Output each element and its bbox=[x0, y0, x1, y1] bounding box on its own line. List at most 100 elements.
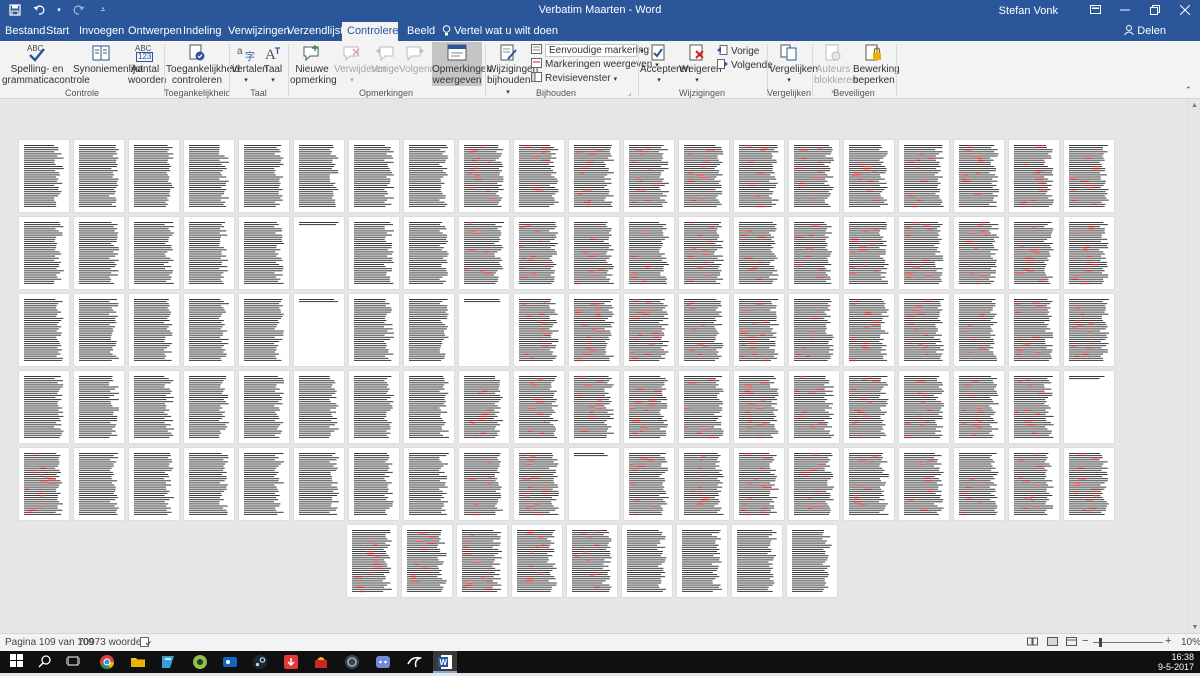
page-thumbnail[interactable] bbox=[954, 448, 1004, 520]
page-thumbnail[interactable] bbox=[844, 448, 894, 520]
page-thumbnail[interactable] bbox=[569, 448, 619, 520]
accessibility-check-button[interactable]: Toegankelijkheid controleren bbox=[166, 44, 240, 86]
page-thumbnail[interactable] bbox=[1009, 217, 1059, 289]
page-thumbnail[interactable] bbox=[569, 294, 619, 366]
previous-comment-button[interactable]: Vorige bbox=[371, 44, 399, 75]
page-thumbnail[interactable] bbox=[1064, 217, 1114, 289]
restore-icon[interactable] bbox=[1140, 4, 1170, 18]
page-thumbnail[interactable] bbox=[624, 140, 674, 212]
spelling-grammar-button[interactable]: ABC Spelling- en grammaticacontrole bbox=[2, 44, 90, 86]
app-icon[interactable] bbox=[192, 654, 208, 670]
next-comment-button[interactable]: Volgende bbox=[399, 44, 441, 75]
page-thumbnail[interactable] bbox=[677, 525, 727, 597]
zoom-out-button[interactable]: − bbox=[1082, 635, 1088, 647]
page-thumbnail[interactable] bbox=[954, 140, 1004, 212]
tab-beeld[interactable]: Beeld bbox=[402, 22, 440, 41]
page-thumbnail[interactable] bbox=[899, 294, 949, 366]
page-thumbnail[interactable] bbox=[74, 371, 124, 443]
zoom-slider[interactable] bbox=[1093, 642, 1163, 643]
collapse-ribbon-icon[interactable]: ⌃ bbox=[1184, 85, 1192, 96]
page-thumbnail[interactable] bbox=[512, 525, 562, 597]
page-thumbnail[interactable] bbox=[184, 217, 234, 289]
close-icon[interactable] bbox=[1170, 4, 1200, 18]
page-thumbnail[interactable] bbox=[404, 217, 454, 289]
page-thumbnail[interactable] bbox=[569, 140, 619, 212]
restrict-editing-button[interactable]: Bewerking beperken bbox=[853, 44, 900, 86]
page-thumbnail[interactable] bbox=[734, 140, 784, 212]
page-thumbnail[interactable] bbox=[734, 294, 784, 366]
page-thumbnail[interactable] bbox=[1064, 371, 1114, 443]
page-thumbnail[interactable] bbox=[349, 294, 399, 366]
page-thumbnail[interactable] bbox=[679, 294, 729, 366]
page-thumbnail[interactable] bbox=[19, 294, 69, 366]
page-thumbnail[interactable] bbox=[74, 448, 124, 520]
page-thumbnail[interactable] bbox=[1009, 294, 1059, 366]
page-thumbnail[interactable] bbox=[459, 217, 509, 289]
zoom-slider-thumb[interactable] bbox=[1099, 638, 1102, 647]
page-thumbnail[interactable] bbox=[74, 217, 124, 289]
page-thumbnail[interactable] bbox=[184, 371, 234, 443]
page-thumbnail[interactable] bbox=[294, 140, 344, 212]
page-thumbnail[interactable] bbox=[294, 217, 344, 289]
page-thumbnail[interactable] bbox=[19, 371, 69, 443]
page-thumbnail[interactable] bbox=[1009, 140, 1059, 212]
web-layout-icon[interactable] bbox=[1066, 637, 1077, 649]
page-thumbnail[interactable] bbox=[789, 371, 839, 443]
tab-controleren[interactable]: Controleren bbox=[342, 22, 404, 41]
page-thumbnail[interactable] bbox=[347, 525, 397, 597]
page-thumbnail[interactable] bbox=[129, 371, 179, 443]
file-explorer-icon[interactable] bbox=[130, 654, 146, 670]
page-thumbnail[interactable] bbox=[787, 525, 837, 597]
app-icon[interactable] bbox=[283, 654, 299, 670]
page-thumbnail[interactable] bbox=[899, 140, 949, 212]
chrome-icon[interactable] bbox=[99, 654, 115, 670]
zoom-in-button[interactable]: + bbox=[1165, 635, 1171, 647]
page-thumbnail[interactable] bbox=[457, 525, 507, 597]
page-thumbnail[interactable] bbox=[1009, 371, 1059, 443]
page-thumbnail[interactable] bbox=[679, 217, 729, 289]
accept-button[interactable]: Accepteren ▾ bbox=[640, 44, 691, 86]
page-thumbnail[interactable] bbox=[349, 371, 399, 443]
ribbon-display-icon[interactable] bbox=[1080, 5, 1110, 17]
discord-icon[interactable] bbox=[375, 654, 391, 670]
page-thumbnail[interactable] bbox=[239, 294, 289, 366]
page-thumbnail[interactable] bbox=[844, 217, 894, 289]
tell-me-search[interactable]: Vertel wat u wilt doen bbox=[442, 22, 558, 41]
page-thumbnail[interactable] bbox=[294, 371, 344, 443]
page-thumbnail[interactable] bbox=[459, 371, 509, 443]
app-icon[interactable] bbox=[313, 654, 329, 670]
delete-comment-button[interactable]: Verwijderen ▾ bbox=[334, 44, 386, 86]
thesaurus-button[interactable]: Synoniemenlijst bbox=[73, 44, 143, 75]
page-thumbnail[interactable] bbox=[459, 448, 509, 520]
dialog-launcher-icon[interactable]: ⌟ bbox=[628, 89, 631, 97]
page-thumbnail[interactable] bbox=[624, 448, 674, 520]
compare-button[interactable]: Vergelijken ▾ bbox=[769, 44, 818, 86]
word-icon[interactable]: W bbox=[433, 651, 457, 673]
page-thumbnail[interactable] bbox=[954, 371, 1004, 443]
tab-indeling[interactable]: Indeling bbox=[178, 22, 227, 41]
page-thumbnail[interactable] bbox=[514, 217, 564, 289]
previous-change-button[interactable]: Vorige bbox=[717, 45, 759, 58]
page-thumbnail[interactable] bbox=[294, 294, 344, 366]
page-thumbnail[interactable] bbox=[844, 140, 894, 212]
page-thumbnail[interactable] bbox=[569, 371, 619, 443]
page-thumbnail[interactable] bbox=[129, 140, 179, 212]
page-thumbnail[interactable] bbox=[74, 140, 124, 212]
page-thumbnail[interactable] bbox=[622, 525, 672, 597]
zoom-level[interactable]: 10% bbox=[1181, 637, 1200, 648]
show-comments-button[interactable]: Opmerkingen weergeven bbox=[432, 42, 492, 86]
share-button[interactable]: Delen bbox=[1124, 22, 1166, 41]
document-pages-view[interactable] bbox=[0, 100, 1188, 633]
page-thumbnail[interactable] bbox=[459, 294, 509, 366]
page-thumbnail[interactable] bbox=[184, 140, 234, 212]
new-comment-button[interactable]: Nieuwe opmerking bbox=[290, 44, 337, 86]
page-thumbnail[interactable] bbox=[789, 448, 839, 520]
proofing-icon[interactable] bbox=[140, 637, 151, 650]
print-layout-icon[interactable] bbox=[1047, 637, 1058, 649]
page-thumbnail[interactable] bbox=[129, 294, 179, 366]
app-icon[interactable] bbox=[406, 654, 423, 670]
language-button[interactable]: A Taal ▾ bbox=[262, 44, 284, 86]
page-thumbnail[interactable] bbox=[789, 217, 839, 289]
page-thumbnail[interactable] bbox=[679, 140, 729, 212]
page-thumbnail[interactable] bbox=[349, 448, 399, 520]
